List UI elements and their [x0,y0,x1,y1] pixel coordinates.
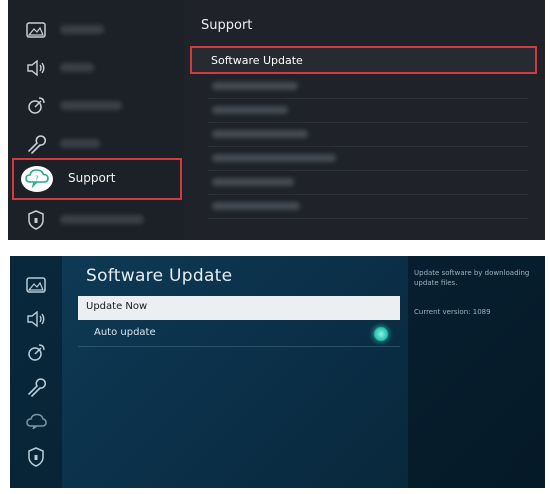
speaker-icon[interactable] [24,308,48,330]
blurred-label [212,130,308,138]
speaker-icon [24,56,48,80]
sidebar-item-picture[interactable] [8,10,184,48]
wrench-icon[interactable] [24,376,48,398]
blurred-label [212,202,300,210]
auto-update-toggle-row[interactable]: Auto update [78,322,400,347]
submenu-item[interactable] [208,74,528,99]
software-update-menu-item[interactable]: Software Update [190,46,537,74]
sidebar-item-label: Support [68,171,116,185]
blurred-label [60,101,122,110]
current-version: Current version: 1089 [414,308,491,316]
blurred-label [212,178,294,186]
blurred-label [60,63,94,72]
picture-icon [24,18,48,42]
menu-item-label: Update Now [86,301,148,312]
picture-icon[interactable] [24,274,48,296]
blurred-label [212,82,298,90]
svg-text:?: ? [35,175,39,183]
blurred-label [60,139,100,148]
satellite-icon[interactable] [24,342,48,364]
sidebar-item-general[interactable] [8,124,184,162]
submenu-item[interactable] [208,194,528,219]
sidebar-item-broadcasting[interactable] [8,86,184,124]
sidebar-item-sound[interactable] [8,48,184,86]
submenu-item[interactable] [208,170,528,195]
submenu-title: Support [201,18,253,33]
menu-item-label: Software Update [211,54,303,67]
blurred-label [60,215,144,224]
sidebar-item-support[interactable]: ? Support [12,158,182,200]
auto-update-toggle[interactable] [374,327,388,341]
sidebar-item-privacy[interactable] [8,200,184,238]
support-settings-screen: ? Support Support Software Update [8,0,545,240]
satellite-icon [24,94,48,118]
blurred-label [212,154,336,162]
submenu-item[interactable] [208,98,528,123]
software-update-screen: Software Update Update Now Auto update U… [10,256,545,488]
settings-sidebar [10,256,62,488]
info-panel [408,256,545,488]
blurred-label [212,106,288,114]
submenu-item[interactable] [208,146,528,171]
wrench-icon [24,132,48,156]
page-title: Software Update [86,266,233,286]
shield-icon [24,208,48,232]
update-now-button[interactable]: Update Now [78,296,400,320]
support-cloud-icon: ? [20,164,54,194]
menu-item-label: Auto update [94,327,156,338]
blurred-label [60,25,104,34]
info-description: Update software by downloading update fi… [414,269,530,287]
submenu-item[interactable] [208,122,528,147]
settings-sidebar: ? Support [8,0,184,240]
shield-icon[interactable] [24,446,48,468]
support-cloud-icon[interactable] [24,410,48,432]
